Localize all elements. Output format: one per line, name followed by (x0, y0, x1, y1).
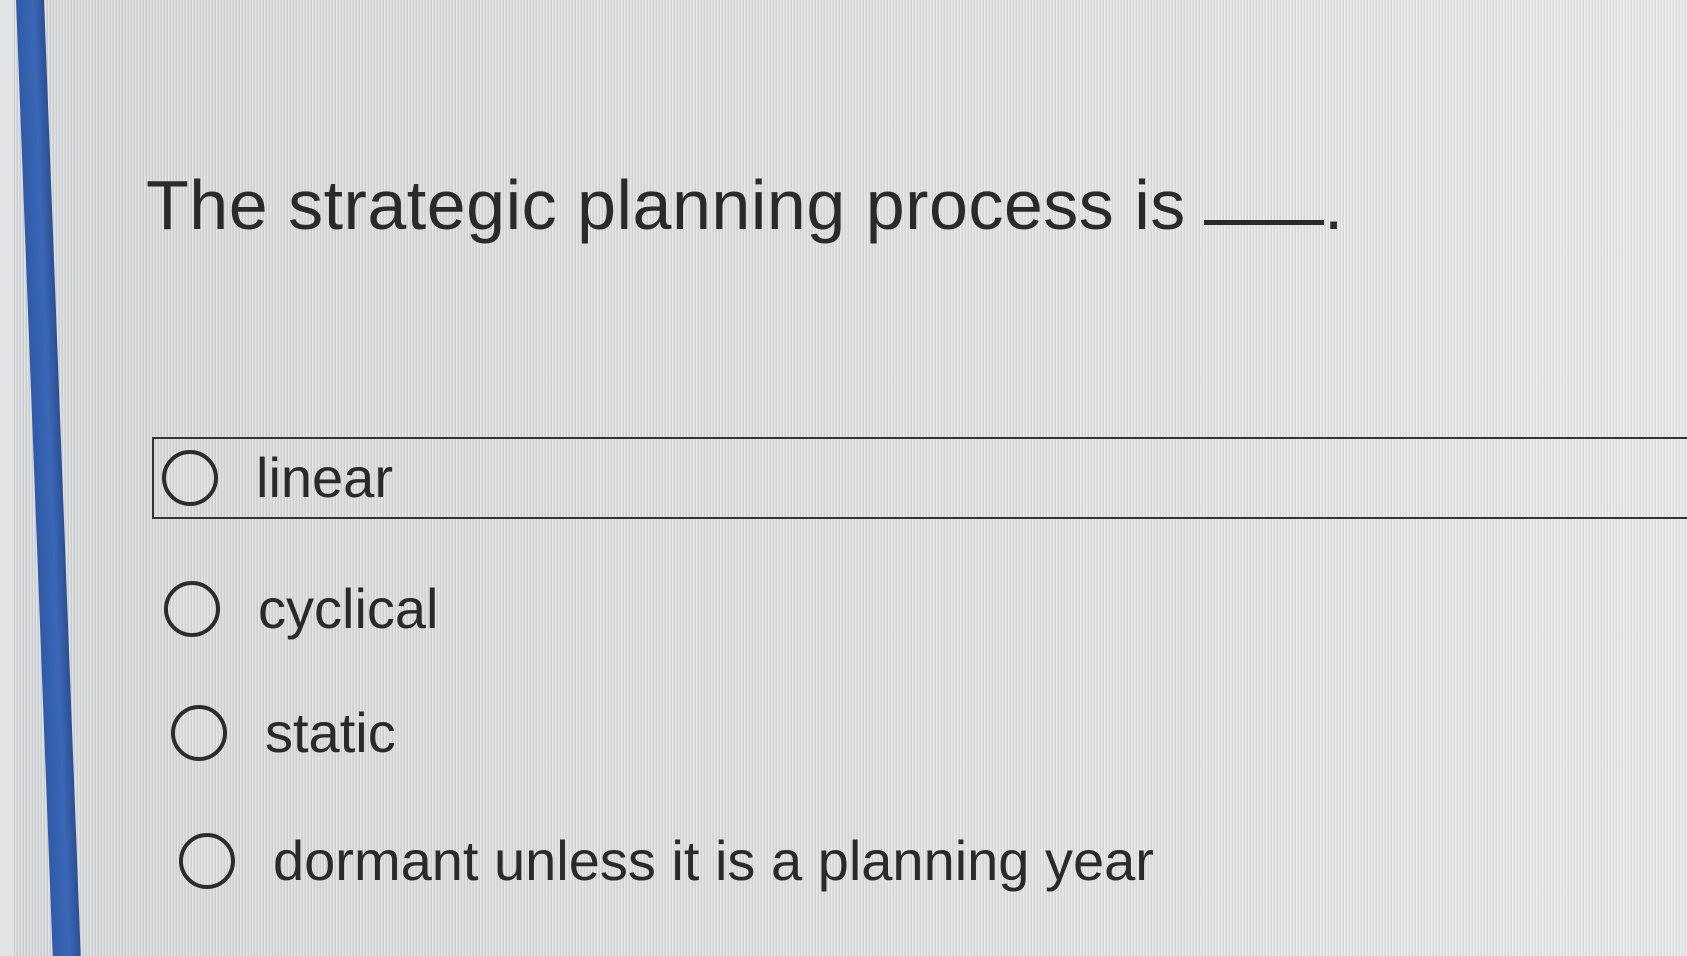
option-static[interactable]: static (171, 705, 396, 761)
radio-button[interactable] (179, 833, 235, 889)
radio-button[interactable] (171, 705, 227, 761)
option-label: static (265, 701, 396, 764)
option-cyclical[interactable]: cyclical (164, 581, 438, 637)
option-label: linear (256, 446, 393, 509)
option-label: cyclical (258, 577, 439, 640)
radio-button[interactable] (162, 450, 218, 506)
option-label: dormant unless it is a planning year (273, 829, 1154, 892)
radio-button[interactable] (164, 581, 220, 637)
answer-options: linear cyclical static dormant unless it… (0, 0, 1687, 956)
option-linear[interactable]: linear (152, 437, 1687, 519)
option-dormant[interactable]: dormant unless it is a planning year (179, 833, 1154, 889)
